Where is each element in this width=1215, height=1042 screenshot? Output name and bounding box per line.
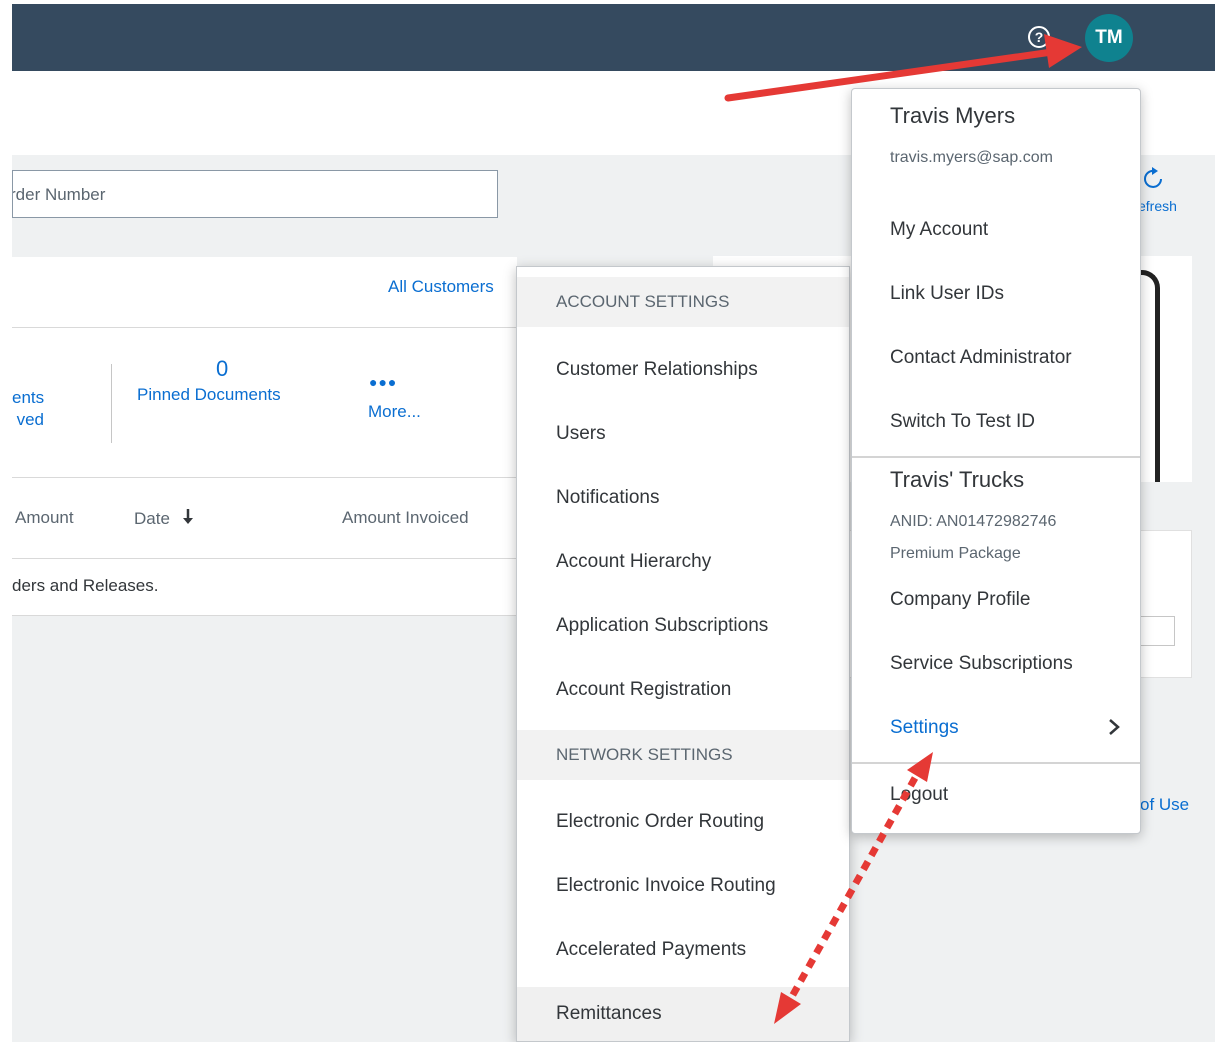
- column-header-amount-invoiced[interactable]: Amount Invoiced: [342, 508, 469, 528]
- pinned-documents-count[interactable]: 0: [216, 356, 228, 382]
- orders-card: [12, 257, 517, 615]
- menu-item-service-subscriptions[interactable]: Service Subscriptions: [890, 653, 1073, 675]
- menu-item-logout[interactable]: Logout: [890, 784, 948, 806]
- column-header-date-label: Date: [134, 509, 170, 528]
- search-input[interactable]: rder Number: [12, 170, 498, 218]
- menu-item-settings[interactable]: Settings: [890, 717, 959, 739]
- card-divider: [12, 477, 517, 478]
- menu-item-accelerated-payments[interactable]: Accelerated Payments: [517, 923, 849, 977]
- all-customers-link[interactable]: All Customers: [388, 277, 494, 297]
- company-anid: ANID: AN01472982746: [890, 513, 1057, 530]
- menu-item-customer-relationships[interactable]: Customer Relationships: [517, 343, 849, 397]
- card-divider: [12, 327, 517, 328]
- menu-item-application-subscriptions[interactable]: Application Subscriptions: [517, 599, 849, 653]
- more-link[interactable]: More...: [368, 402, 421, 422]
- menu-item-my-account[interactable]: My Account: [890, 219, 988, 241]
- documents-tile-label: ents: [12, 388, 44, 407]
- menu-item-users[interactable]: Users: [517, 407, 849, 461]
- refresh-label[interactable]: efresh: [1138, 198, 1188, 214]
- user-email: travis.myers@sap.com: [890, 149, 1053, 166]
- column-header-amount[interactable]: Amount: [15, 508, 74, 528]
- pinned-documents-link[interactable]: Pinned Documents: [137, 385, 281, 405]
- menu-separator: [852, 762, 1140, 764]
- menu-item-electronic-order-routing[interactable]: Electronic Order Routing: [517, 795, 849, 849]
- menu-item-switch-to-test-id[interactable]: Switch To Test ID: [890, 411, 1035, 433]
- table-header-divider: [12, 558, 517, 559]
- user-name: Travis Myers: [890, 103, 1016, 128]
- menu-item-company-profile[interactable]: Company Profile: [890, 589, 1030, 611]
- question-circle-icon[interactable]: ?: [1027, 25, 1051, 49]
- tile-divider: [111, 364, 112, 443]
- arrow-down-icon: [182, 509, 193, 524]
- svg-text:?: ?: [1035, 29, 1044, 45]
- settings-submenu: ACCOUNT SETTINGS Customer Relationships …: [516, 266, 850, 1042]
- chevron-right-icon: [1109, 719, 1120, 735]
- network-settings-header: NETWORK SETTINGS: [517, 730, 849, 780]
- documents-tile-label: ved: [16, 410, 44, 429]
- menu-item-link-user-ids[interactable]: Link User IDs: [890, 283, 1004, 305]
- terms-of-use-link[interactable]: of Use: [1140, 795, 1189, 815]
- documents-tile[interactable]: ents ved: [12, 387, 44, 431]
- more-dots-icon[interactable]: ●●●: [369, 374, 397, 390]
- user-avatar-button[interactable]: TM: [1085, 14, 1133, 62]
- menu-item-contact-administrator[interactable]: Contact Administrator: [890, 347, 1072, 369]
- menu-separator: [852, 456, 1140, 458]
- menu-item-electronic-invoice-routing[interactable]: Electronic Invoice Routing: [517, 859, 849, 913]
- menu-item-account-hierarchy[interactable]: Account Hierarchy: [517, 535, 849, 589]
- menu-item-remittances[interactable]: Remittances: [517, 987, 849, 1041]
- account-settings-header: ACCOUNT SETTINGS: [517, 277, 849, 327]
- empty-table-message: ders and Releases.: [12, 576, 159, 595]
- menu-item-notifications[interactable]: Notifications: [517, 471, 849, 525]
- company-name: Travis' Trucks: [890, 467, 1025, 492]
- user-menu-dropdown: Travis Myers travis.myers@sap.com My Acc…: [851, 88, 1141, 834]
- table-row-divider: [12, 615, 517, 616]
- refresh-icon[interactable]: [1141, 166, 1167, 190]
- column-header-date[interactable]: Date: [134, 508, 195, 529]
- company-package: Premium Package: [890, 545, 1021, 562]
- menu-item-account-registration[interactable]: Account Registration: [517, 663, 849, 717]
